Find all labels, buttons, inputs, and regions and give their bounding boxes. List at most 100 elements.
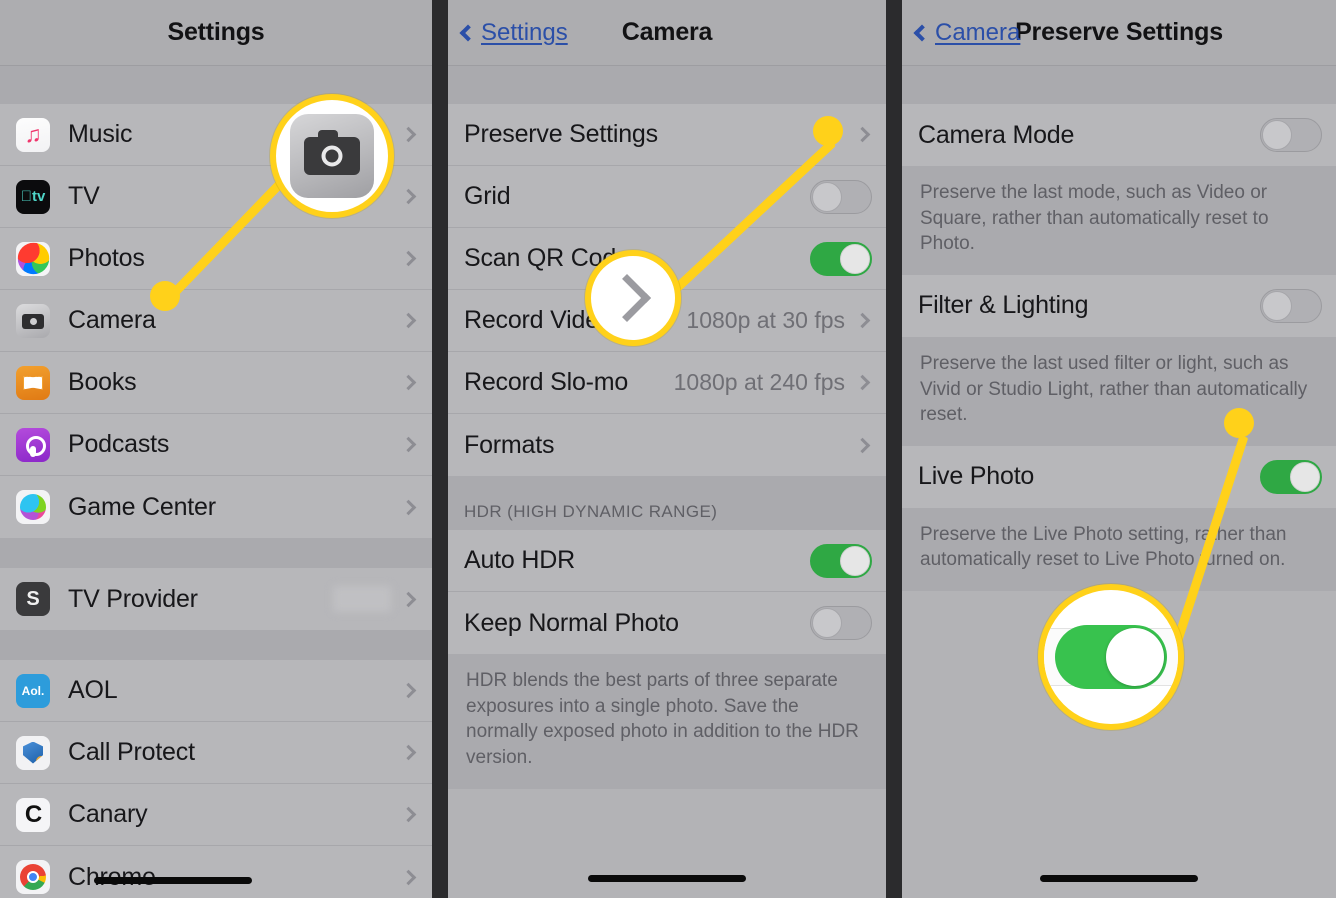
tv-app-icon [16,179,50,214]
chevron-left-icon [459,24,477,41]
panel-divider [432,0,448,898]
row-label: Filter & Lighting [918,291,1089,320]
toggle-knob [1106,628,1164,686]
row-label: Camera [68,306,156,334]
row-keep-normal-photo[interactable]: Keep Normal Photo [448,592,886,654]
chevron-right-icon [400,436,417,453]
camera-app-icon-magnified [290,114,374,198]
callout-magnifier-chevron [585,250,681,346]
chevron-right-icon [854,437,871,453]
row-camera-mode[interactable]: Camera Mode [902,104,1336,166]
sidebar-item-podcasts[interactable]: Podcasts [0,414,432,476]
sidebar-item-aol[interactable]: AOL [0,660,432,722]
back-button-settings[interactable]: Settings [459,19,568,47]
group-filter-lighting: Filter & Lighting [902,274,1336,337]
page-title: Camera [621,18,713,46]
sidebar-item-photos[interactable]: Photos [0,228,432,290]
photos-app-icon [16,241,50,276]
section-spacer [0,538,432,568]
row-label: Keep Normal Photo [464,608,679,637]
panel-preserve-settings: Camera Preserve Settings Camera Mode Pre… [902,0,1336,898]
tv-provider-app-icon [16,582,50,616]
navbar-preserve-settings: Camera Preserve Settings [902,0,1336,66]
sidebar-item-books[interactable]: Books [0,352,432,414]
page-title: Preserve Settings [1015,18,1223,46]
row-live-photo[interactable]: Live Photo [902,446,1336,508]
grid-toggle[interactable] [810,179,872,214]
chevron-right-icon [400,869,417,885]
callout-magnifier-camera-icon [270,94,394,218]
toggle-on-icon-magnified [1055,625,1167,689]
section-spacer [448,66,886,104]
row-label: Books [68,368,137,396]
callout-dot-live-photo [1224,408,1254,438]
camera-app-icon [16,303,50,338]
row-label: Call Protect [68,738,195,766]
row-auto-hdr[interactable]: Auto HDR [448,530,886,592]
row-value: 1080p at 30 fps [686,307,845,333]
chevron-right-icon [400,126,417,143]
row-label: Preserve Settings [464,120,658,148]
home-indicator [1040,875,1198,882]
group-camera-mode: Camera Mode [902,104,1336,166]
canary-app-icon [16,797,50,832]
redacted-value [333,586,391,612]
row-label: TV Provider [68,584,198,613]
camera-mode-footer-text: Preserve the last mode, such as Video or… [902,166,1336,275]
live-photo-footer-text: Preserve the Live Photo setting, rather … [902,507,1336,592]
chevron-right-icon [400,374,417,391]
back-button-camera[interactable]: Camera [913,19,1020,47]
callout-dot-preserve-settings [813,116,843,146]
sidebar-item-chrome[interactable]: Chrome [0,846,432,898]
hdr-section-header: HDR (HIGH DYNAMIC RANGE) [448,476,886,530]
callout-dot-camera [150,281,180,311]
row-label: Game Center [68,492,216,521]
settings-group-provider: TV Provider [0,568,432,630]
row-record-slo-mo[interactable]: Record Slo-mo 1080p at 240 fps [448,352,886,414]
toggle-knob [840,243,870,274]
camera-body-shape [304,130,360,175]
chrome-app-icon [16,860,50,894]
chevron-right-icon [854,126,871,143]
sidebar-item-camera[interactable]: Camera [0,290,432,352]
group-live-photo: Live Photo [902,445,1336,508]
sidebar-item-call-protect[interactable]: Call Protect [0,722,432,784]
music-app-icon [16,117,50,152]
home-indicator [588,875,746,882]
row-label: Auto HDR [464,546,575,574]
row-label: AOL [68,676,118,704]
section-spacer [0,630,432,660]
live-photo-toggle[interactable] [1260,459,1322,494]
callout-magnifier-toggle [1038,584,1184,730]
keep-normal-photo-toggle[interactable] [810,606,872,640]
chevron-right-icon [400,806,417,823]
panel-divider [886,0,902,898]
chevron-right-icon [400,188,417,205]
camera-mode-toggle[interactable] [1260,118,1322,152]
sidebar-item-game-center[interactable]: Game Center [0,476,432,538]
sidebar-item-tv-provider[interactable]: TV Provider [0,568,432,630]
section-spacer [902,66,1336,104]
row-label: Record Slo-mo [464,368,629,396]
toggle-knob [812,181,842,212]
filter-lighting-toggle[interactable] [1260,288,1322,323]
chevron-left-icon [913,24,931,41]
row-value: 1080p at 240 fps [673,369,845,395]
panel-camera-settings: Settings Camera Preserve Settings Grid S… [448,0,886,898]
row-grid[interactable]: Grid [448,166,886,228]
row-label: Photos [68,244,145,272]
filter-lighting-footer-text: Preserve the last used filter or light, … [902,336,1336,446]
call-protect-app-icon [16,735,50,770]
aol-app-icon [16,673,50,708]
chevron-right-icon [400,312,417,329]
row-label: Podcasts [68,430,170,458]
toggle-knob [1262,120,1292,150]
row-formats[interactable]: Formats [448,414,886,476]
sidebar-item-canary[interactable]: Canary [0,784,432,846]
auto-hdr-toggle[interactable] [810,543,872,578]
row-filter-lighting[interactable]: Filter & Lighting [902,275,1336,337]
row-label: Formats [464,430,555,459]
toggle-knob [812,608,842,638]
scan-qr-codes-toggle[interactable] [810,241,872,276]
camera-lens-shape [321,145,343,167]
